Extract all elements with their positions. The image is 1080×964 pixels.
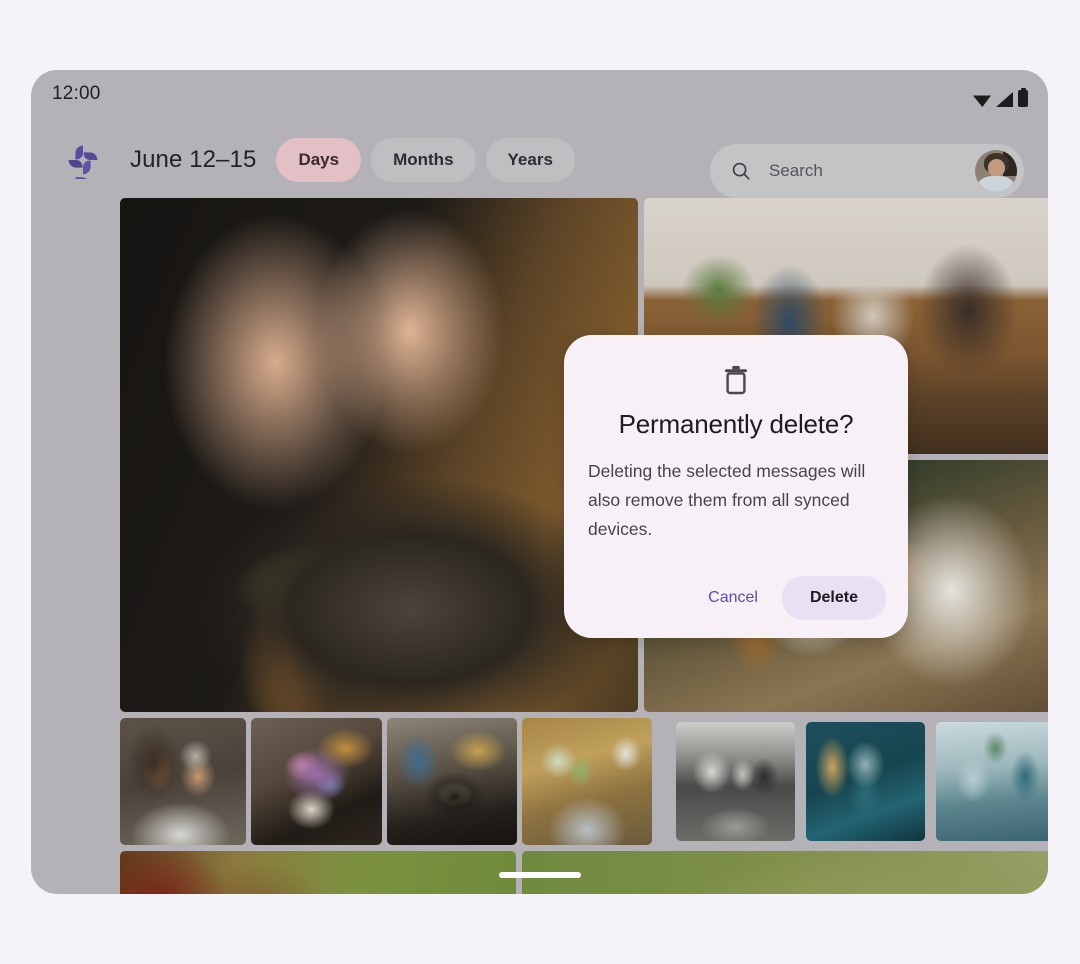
permanently-delete-dialog: Permanently delete? Deleting the selecte… [564, 335, 908, 638]
dialog-actions: Cancel Delete [690, 576, 886, 620]
gesture-navigation-handle[interactable] [498, 872, 581, 878]
trash-icon [588, 365, 884, 395]
dialog-scrim: Permanently delete? Deleting the selecte… [31, 70, 1048, 894]
dialog-title: Permanently delete? [618, 409, 854, 439]
tablet-device-frame: 12:00 June 12–15 Days Months Years Searc… [31, 70, 1048, 894]
delete-button[interactable]: Delete [781, 576, 886, 620]
cancel-button[interactable]: Cancel [690, 577, 776, 619]
dialog-body: Deleting the selected messages will also… [588, 461, 866, 539]
